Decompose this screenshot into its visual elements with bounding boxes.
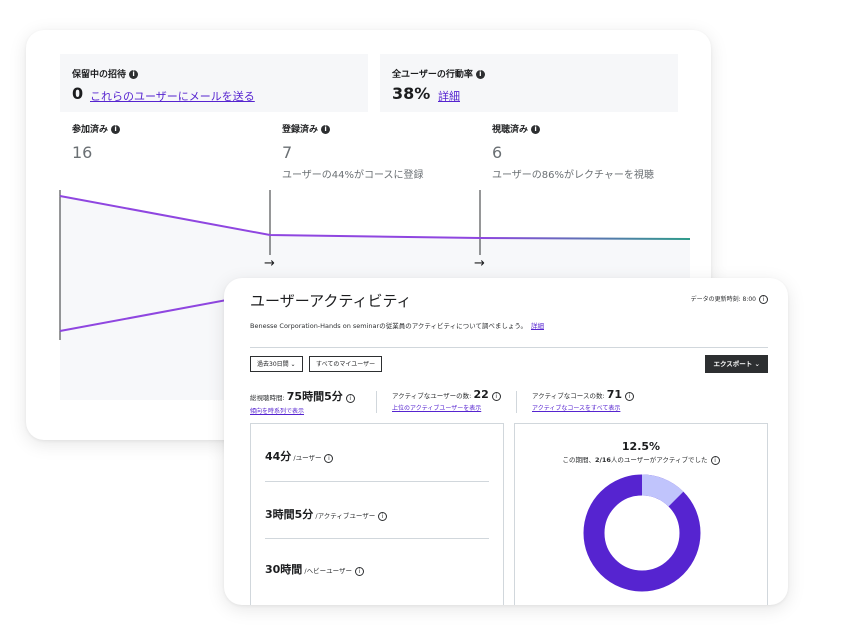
divider: [516, 391, 517, 413]
info-icon[interactable]: i: [491, 391, 501, 401]
trend-link[interactable]: 傾向を時系列で表示: [250, 406, 355, 415]
funnel-top-line-end: [479, 237, 691, 240]
avg-per-active-user: 3時間5分 /アクティブユーザー i: [265, 506, 388, 522]
details-link[interactable]: 詳細: [531, 322, 544, 330]
active-users-panel: 12.5% この期間、2/16人のユーザーがアクティブでした i: [514, 423, 768, 605]
data-updated-time: データの更新時刻: 8:00 i: [691, 294, 768, 304]
export-button[interactable]: エクスポート ⌄: [705, 355, 768, 373]
active-courses-count: アクティブなコースの数: 71 i アクティブなコースをすべて表示: [532, 388, 635, 412]
user-activity-card: ユーザーアクティビティ データの更新時刻: 8:00 i Benesse Corp…: [224, 278, 788, 605]
divider: [376, 391, 377, 413]
arrow-right-icon: →: [264, 256, 275, 271]
info-icon[interactable]: i: [625, 391, 635, 401]
info-icon[interactable]: i: [378, 511, 388, 521]
all-active-courses-link[interactable]: アクティブなコースをすべて表示: [532, 403, 634, 412]
active-percent: 12.5%: [621, 440, 661, 453]
top-active-users-link[interactable]: 上位のアクティブユーザーを表示: [392, 403, 501, 412]
activity-description: Benesse Corporation-Hands on seminarの従業員…: [250, 322, 544, 330]
info-icon[interactable]: i: [345, 393, 355, 403]
info-icon[interactable]: i: [710, 455, 720, 465]
active-users-count: アクティブなユーザーの数: 22 i 上位のアクティブユーザーを表示: [392, 388, 501, 412]
total-watch-time: 総視聴時間: 75時間5分 i 傾向を時系列で表示: [250, 388, 355, 415]
info-icon[interactable]: i: [759, 295, 768, 304]
page-title: ユーザーアクティビティ: [250, 292, 412, 310]
avg-per-heavy-user: 30時間 /ヘビーユーザー i: [265, 561, 364, 577]
users-filter-button[interactable]: すべてのマイユーザー: [309, 356, 383, 372]
info-icon[interactable]: i: [324, 453, 334, 463]
divider: [250, 347, 768, 348]
active-users-donut: [583, 474, 701, 592]
info-icon[interactable]: i: [354, 566, 364, 576]
watch-time-panel: 44分 /ユーザー i 3時間5分 /アクティブユーザー i 30時間 /ヘビーユー…: [250, 423, 504, 605]
active-caption: この期間、2/16人のユーザーがアクティブでした i: [515, 454, 767, 465]
divider: [265, 481, 489, 482]
period-filter-dropdown[interactable]: 過去30日間 ⌄: [250, 356, 303, 372]
arrow-right-icon: →: [474, 256, 485, 271]
divider: [265, 538, 489, 539]
avg-per-user: 44分 /ユーザー i: [265, 448, 334, 464]
